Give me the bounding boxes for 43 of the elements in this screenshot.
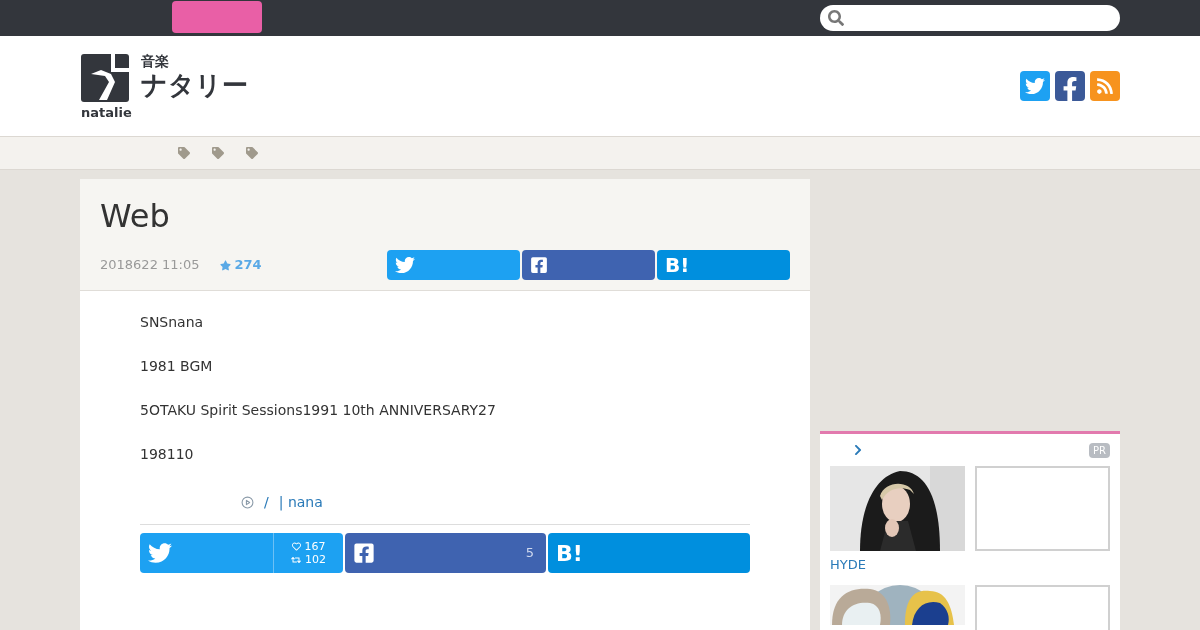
article-paragraph: SNSnana	[140, 313, 205, 332]
article-paragraph: 198110	[140, 445, 195, 464]
retweet-icon	[291, 554, 301, 565]
share-count: 5	[525, 544, 535, 563]
logo-brand: natalie	[81, 105, 133, 119]
facebook-icon	[353, 542, 375, 564]
twitter-share-button[interactable]	[387, 250, 520, 280]
article-date: 2018622 11:05	[100, 256, 200, 275]
search-field[interactable]	[820, 5, 1120, 31]
facebook-share-button[interactable]	[522, 250, 655, 280]
facebook-link[interactable]	[1055, 71, 1085, 101]
logo-category: 音楽	[141, 53, 170, 68]
play-circle-icon	[241, 496, 254, 509]
chevron-right-icon[interactable]	[852, 444, 864, 456]
bird-icon	[148, 541, 172, 565]
like-count: 167	[304, 540, 326, 553]
tag-icon[interactable]	[178, 147, 190, 159]
source-link[interactable]: | nana	[278, 492, 323, 513]
retweet-count: 102	[305, 553, 326, 566]
twitter-link[interactable]	[1020, 71, 1050, 101]
tag-icon[interactable]	[246, 147, 258, 159]
rss-icon	[1096, 77, 1114, 95]
logo-mark-icon	[81, 53, 129, 102]
logo-name: ナタリー	[141, 71, 248, 98]
item-caption[interactable]: HYDE	[830, 555, 965, 575]
search-icon	[828, 10, 844, 26]
hatena-share-button[interactable]: B!	[548, 533, 750, 573]
twitter-share-button[interactable]: 167 102	[140, 533, 343, 573]
star-icon	[219, 259, 231, 271]
source-separator: /	[264, 493, 269, 512]
rss-link[interactable]	[1090, 71, 1120, 101]
facebook-share-button[interactable]: 5	[345, 533, 546, 573]
heart-icon	[291, 542, 301, 551]
tag-icon[interactable]	[212, 147, 224, 159]
favorite-count: 274	[234, 256, 262, 275]
article-paragraph: 5OTAKU Spirit Sessions1991 10th ANNIVERSARY27	[140, 401, 497, 420]
bird-icon	[1025, 76, 1045, 96]
bird-icon	[395, 255, 415, 275]
pr-label: PR	[1089, 442, 1110, 458]
article-title: Web	[100, 197, 171, 235]
facebook-icon	[530, 256, 548, 274]
article-paragraph: 1981 BGM	[140, 357, 214, 376]
hatena-share-button[interactable]: B!	[657, 250, 790, 280]
